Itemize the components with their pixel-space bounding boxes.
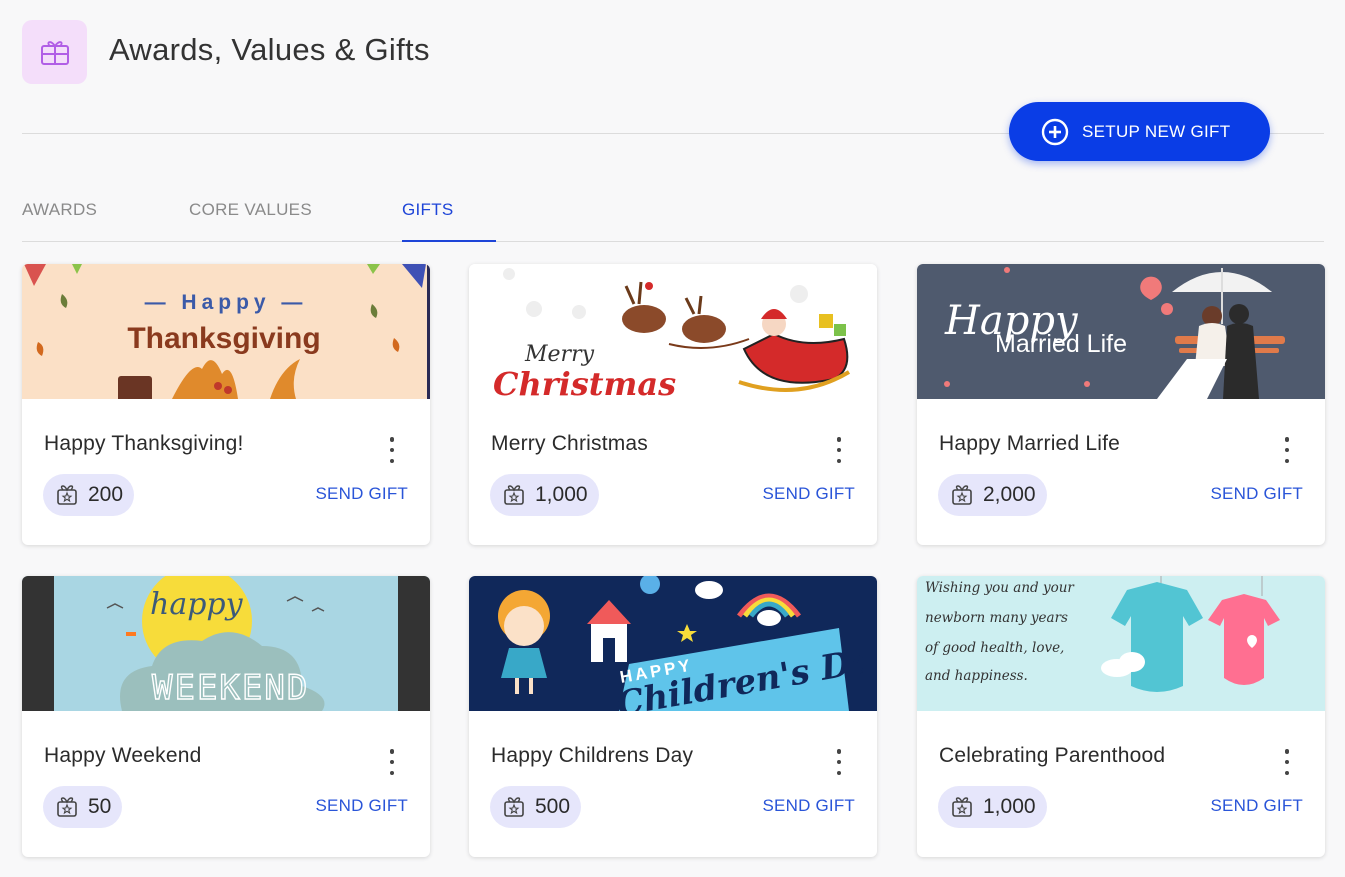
art-line2: WEEKEND (152, 668, 309, 708)
points-value: 200 (88, 483, 124, 506)
gift-points-icon (951, 796, 973, 818)
gift-card-image: HAPPY Children's Day (469, 576, 877, 711)
gift-card-image: happy WEEKEND (22, 576, 430, 711)
setup-new-gift-button[interactable]: SETUP NEW GIFT (1009, 102, 1270, 161)
add-circle-icon (1041, 118, 1069, 146)
gift-card-christmas[interactable]: Merry Christmas Merry Christmas 1,000 SE… (469, 264, 877, 545)
gift-card-weekend[interactable]: happy WEEKEND Happy Weekend 50 SEND GIFT (22, 576, 430, 857)
art-line3: of good health, love, (925, 640, 1064, 656)
points-value: 50 (88, 795, 112, 818)
gift-name: Happy Childrens Day (491, 744, 694, 767)
gift-card-image: Happy Married Life (917, 264, 1325, 399)
gift-name: Celebrating Parenthood (939, 744, 1166, 767)
art-line2: Thanksgiving (127, 322, 320, 355)
tab-awards[interactable]: AWARDS (22, 190, 97, 242)
gift-points-icon (56, 796, 78, 818)
gift-card-image: Wishing you and your newborn many years … (917, 576, 1325, 711)
gift-box-icon (22, 20, 87, 84)
tab-bar: AWARDS CORE VALUES GIFTS (22, 190, 1324, 242)
more-options-icon[interactable] (385, 749, 399, 775)
gift-points-icon (56, 484, 78, 506)
gift-name: Happy Weekend (44, 744, 202, 767)
gift-card-thanksgiving[interactable]: — Happy — Thanksgiving Happy Thanksgivin… (22, 264, 430, 545)
gift-name: Merry Christmas (491, 432, 649, 455)
points-badge: 1,000 (490, 474, 599, 516)
art-line1: — Happy — (145, 291, 308, 314)
more-options-icon[interactable] (832, 749, 846, 775)
more-options-icon[interactable] (1280, 749, 1294, 775)
points-badge: 500 (490, 786, 582, 828)
gift-points-icon (503, 796, 525, 818)
points-value: 1,000 (535, 483, 588, 506)
gift-card-image: — Happy — Thanksgiving (22, 264, 430, 399)
points-value: 500 (535, 795, 571, 818)
points-value: 1,000 (983, 795, 1036, 818)
gift-points-icon (951, 484, 973, 506)
points-badge: 200 (43, 474, 135, 516)
art-line1: Merry (524, 342, 595, 367)
art-line1: Wishing you and your (925, 580, 1075, 596)
send-gift-button[interactable]: SEND GIFT (1211, 796, 1303, 816)
gift-name: Happy Thanksgiving! (44, 432, 244, 455)
setup-new-gift-label: SETUP NEW GIFT (1082, 121, 1231, 141)
send-gift-button[interactable]: SEND GIFT (316, 796, 408, 816)
art-line2: Married Life (995, 330, 1127, 358)
points-badge: 50 (43, 786, 123, 828)
points-badge: 2,000 (938, 474, 1047, 516)
gift-card-image: Merry Christmas (469, 264, 877, 399)
art-line4: and happiness. (925, 668, 1028, 684)
gift-card-parenthood[interactable]: Wishing you and your newborn many years … (917, 576, 1325, 857)
more-options-icon[interactable] (1280, 437, 1294, 463)
tab-gifts[interactable]: GIFTS (402, 190, 496, 242)
more-options-icon[interactable] (832, 437, 846, 463)
send-gift-button[interactable]: SEND GIFT (1211, 484, 1303, 504)
gift-points-icon (503, 484, 525, 506)
more-options-icon[interactable] (385, 437, 399, 463)
art-line1: happy (150, 587, 244, 622)
gift-name: Happy Married Life (939, 432, 1121, 455)
points-badge: 1,000 (938, 786, 1047, 828)
send-gift-button[interactable]: SEND GIFT (316, 484, 408, 504)
send-gift-button[interactable]: SEND GIFT (763, 484, 855, 504)
points-value: 2,000 (983, 483, 1036, 506)
page-title: Awards, Values & Gifts (109, 32, 430, 67)
tab-core-values[interactable]: CORE VALUES (189, 190, 312, 242)
gift-card-childrens-day[interactable]: HAPPY Children's Day Happy Childrens Day… (469, 576, 877, 857)
art-line2: Christmas (493, 365, 676, 399)
send-gift-button[interactable]: SEND GIFT (763, 796, 855, 816)
gift-card-married-life[interactable]: Happy Married Life Happy Married Life 2,… (917, 264, 1325, 545)
art-line2: newborn many years (925, 610, 1068, 626)
